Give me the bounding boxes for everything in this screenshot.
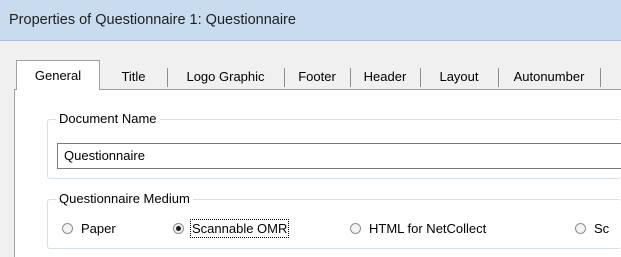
tab-strip: General Title Logo Graphic Footer Header… [0,0,621,90]
radio-scannable-omr-label: Scannable OMR [189,218,290,238]
document-name-input[interactable]: Questionnaire [57,143,621,169]
tab-autonumber[interactable]: Autonumber [498,64,601,89]
radio-html-netcollect-circle[interactable] [350,222,361,234]
questionnaire-medium-group: Questionnaire Medium [47,191,621,249]
tab-title[interactable]: Title [100,64,168,89]
tab-footer[interactable]: Footer [284,64,351,89]
tab-layout[interactable]: Layout [420,64,499,89]
radio-paper[interactable]: Paper [62,218,116,238]
tab-general[interactable]: General [16,60,100,90]
tab-logo-graphic[interactable]: Logo Graphic [167,64,285,89]
radio-sc[interactable]: Sc [575,218,609,238]
radio-paper-circle[interactable] [62,222,73,234]
document-name-legend: Document Name [56,111,160,126]
radio-scannable-omr[interactable]: Scannable OMR [173,218,290,238]
radio-html-netcollect-label: HTML for NetCollect [369,220,487,236]
radio-scannable-omr-circle[interactable] [173,222,184,234]
tab-header[interactable]: Header [350,64,421,89]
radio-html-netcollect[interactable]: HTML for NetCollect [350,218,486,238]
radio-sc-circle[interactable] [575,222,586,234]
radio-sc-label: Sc [594,220,610,236]
questionnaire-medium-legend: Questionnaire Medium [56,191,193,206]
radio-paper-label: Paper [81,220,116,236]
